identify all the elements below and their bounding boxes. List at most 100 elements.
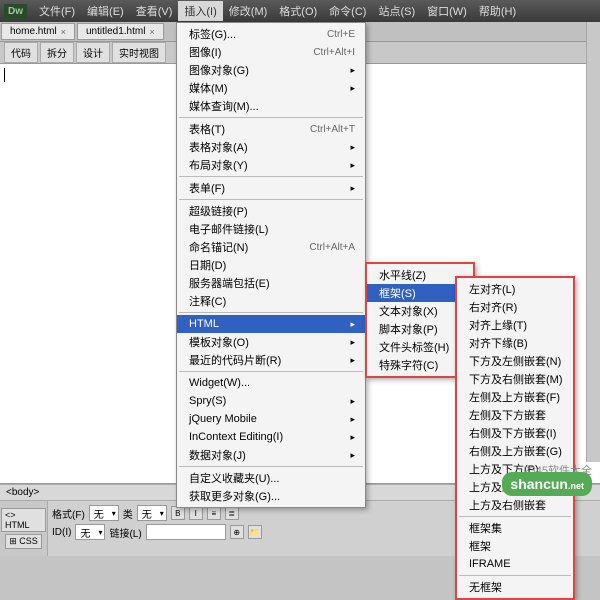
insert-menu-item[interactable]: 模板对象(O)▸ — [177, 333, 365, 351]
menu-item-label: HTML — [189, 318, 346, 330]
frames-submenu-item[interactable]: 右侧及下方嵌套(I) — [457, 424, 573, 442]
insert-menu-item[interactable]: 电子邮件链接(L) — [177, 220, 365, 238]
menu-item-label: jQuery Mobile — [189, 413, 346, 425]
frames-submenu-item[interactable]: 右对齐(R) — [457, 298, 573, 316]
menu-commands[interactable]: 命令(C) — [323, 1, 372, 21]
insert-menu-item[interactable]: 图像对象(G)▸ — [177, 61, 365, 79]
bold-icon[interactable]: B — [171, 506, 185, 520]
submenu-arrow-icon: ▸ — [350, 65, 355, 76]
menu-separator — [459, 516, 571, 517]
menu-item-label: 右侧及上方嵌套(G) — [469, 443, 563, 459]
menu-item-label: 下方及右侧嵌套(M) — [469, 371, 563, 387]
submenu-arrow-icon: ▸ — [350, 160, 355, 171]
menu-file[interactable]: 文件(F) — [33, 1, 81, 21]
tab-untitled[interactable]: untitled1.html× — [77, 23, 164, 40]
format-select[interactable]: 无 — [89, 505, 119, 521]
insert-menu-item[interactable]: 媒体查询(M)... — [177, 97, 365, 115]
menu-item-label: 对齐下缘(B) — [469, 335, 563, 351]
insert-menu-item[interactable]: 日期(D) — [177, 256, 365, 274]
menu-item-label: 数据对象(J) — [189, 447, 346, 463]
insert-menu-item[interactable]: 命名锚记(N)Ctrl+Alt+A — [177, 238, 365, 256]
menu-item-label: 最近的代码片断(R) — [189, 352, 346, 368]
menu-separator — [179, 312, 363, 313]
close-icon[interactable]: × — [149, 27, 154, 37]
menu-item-label: 服务器端包括(E) — [189, 275, 355, 291]
design-view-button[interactable]: 设计 — [76, 42, 110, 63]
menu-item-label: 框架集 — [469, 520, 563, 536]
menu-shortcut: Ctrl+E — [327, 29, 355, 40]
insert-menu-item[interactable]: HTML▸ — [177, 315, 365, 333]
frames-submenu-item[interactable]: 对齐下缘(B) — [457, 334, 573, 352]
insert-menu-item[interactable]: jQuery Mobile ▸ — [177, 410, 365, 428]
menu-modify[interactable]: 修改(M) — [223, 1, 274, 21]
insert-menu-item[interactable]: 媒体(M)▸ — [177, 79, 365, 97]
right-panel-strip[interactable] — [586, 22, 600, 462]
insert-menu-item[interactable]: InContext Editing(I)▸ — [177, 428, 365, 446]
menu-help[interactable]: 帮助(H) — [473, 1, 522, 21]
close-icon[interactable]: × — [61, 27, 66, 37]
submenu-arrow-icon: ▸ — [350, 414, 355, 425]
menu-edit[interactable]: 编辑(E) — [81, 1, 130, 21]
menu-item-label: IFRAME — [469, 558, 563, 570]
menu-item-label: 标签(G)... — [189, 26, 327, 42]
menu-item-label: 框架 — [469, 538, 563, 554]
menu-item-label: 文本对象(X) — [379, 303, 454, 319]
insert-menu-item[interactable]: 布局对象(Y)▸ — [177, 156, 365, 174]
insert-menu-item[interactable]: 获取更多对象(G)... — [177, 487, 365, 505]
menu-item-label: 下方及左侧嵌套(N) — [469, 353, 563, 369]
tag-selector[interactable]: <body> — [6, 487, 39, 498]
insert-menu-item[interactable]: 超级链接(P) — [177, 202, 365, 220]
frames-submenu-item[interactable]: 左对齐(L) — [457, 280, 573, 298]
insert-menu-item[interactable]: 表单(F)▸ — [177, 179, 365, 197]
code-view-button[interactable]: 代码 — [4, 42, 38, 63]
insert-menu-item[interactable]: 自定义收藏夹(U)... — [177, 469, 365, 487]
link-browse-icon[interactable]: 📁 — [248, 525, 262, 539]
frames-submenu-item[interactable]: 左侧及下方嵌套 — [457, 406, 573, 424]
live-view-button[interactable]: 实时视图 — [112, 42, 166, 63]
menu-insert[interactable]: 插入(I) — [178, 1, 222, 21]
italic-icon[interactable]: I — [189, 506, 203, 520]
frames-submenu-item[interactable]: 上方及右侧嵌套 — [457, 496, 573, 514]
menu-item-label: Widget(W)... — [189, 377, 355, 389]
insert-menu-item[interactable]: 表格对象(A)▸ — [177, 138, 365, 156]
frames-submenu-item[interactable]: IFRAME — [457, 555, 573, 573]
insert-menu-item[interactable]: 注释(C) — [177, 292, 365, 310]
insert-menu-item[interactable]: Widget(W)... — [177, 374, 365, 392]
menu-separator — [459, 575, 571, 576]
frames-submenu-item[interactable]: 右侧及上方嵌套(G) — [457, 442, 573, 460]
insert-menu-item[interactable]: 图像(I)Ctrl+Alt+I — [177, 43, 365, 61]
frames-submenu-item[interactable]: 无框架 — [457, 578, 573, 596]
menu-item-label: 右对齐(R) — [469, 299, 563, 315]
list-icon[interactable]: ≣ — [225, 506, 239, 520]
frames-submenu-item[interactable]: 下方及左侧嵌套(N) — [457, 352, 573, 370]
frames-submenu-item[interactable]: 对齐上缘(T) — [457, 316, 573, 334]
list-icon[interactable]: ≡ — [207, 506, 221, 520]
insert-menu-item[interactable]: 表格(T)Ctrl+Alt+T — [177, 120, 365, 138]
menu-item-label: 左对齐(L) — [469, 281, 563, 297]
insert-menu-item[interactable]: 标签(G)...Ctrl+E — [177, 25, 365, 43]
insert-menu-item[interactable]: 服务器端包括(E) — [177, 274, 365, 292]
class-select[interactable]: 无 — [137, 505, 167, 521]
insert-menu-dropdown: 标签(G)...Ctrl+E图像(I)Ctrl+Alt+I图像对象(G)▸媒体(… — [176, 22, 366, 508]
frames-submenu-item[interactable]: 框架集 — [457, 519, 573, 537]
frames-submenu-item[interactable]: 框架 — [457, 537, 573, 555]
menu-item-label: 右侧及下方嵌套(I) — [469, 425, 563, 441]
link-folder-icon[interactable]: ⊕ — [230, 525, 244, 539]
menu-site[interactable]: 站点(S) — [372, 1, 421, 21]
insert-menu-item[interactable]: 数据对象(J)▸ — [177, 446, 365, 464]
css-mode-button[interactable]: ⊞ CSS — [5, 534, 42, 549]
insert-menu-item[interactable]: 最近的代码片断(R) ▸ — [177, 351, 365, 369]
menu-item-label: 获取更多对象(G)... — [189, 488, 355, 504]
menu-separator — [179, 466, 363, 467]
menu-item-label: 特殊字符(C) — [379, 357, 454, 373]
submenu-arrow-icon: ▸ — [350, 355, 355, 366]
frames-submenu-item[interactable]: 左侧及上方嵌套(F) — [457, 388, 573, 406]
insert-menu-item[interactable]: Spry(S)▸ — [177, 392, 365, 410]
menu-view[interactable]: 查看(V) — [130, 1, 179, 21]
frames-submenu-item[interactable]: 下方及右侧嵌套(M) — [457, 370, 573, 388]
html-mode-button[interactable]: <> HTML — [1, 508, 46, 532]
menu-format[interactable]: 格式(O) — [273, 1, 323, 21]
menu-window[interactable]: 窗口(W) — [421, 1, 473, 21]
tab-home[interactable]: home.html× — [1, 23, 75, 40]
split-view-button[interactable]: 拆分 — [40, 42, 74, 63]
